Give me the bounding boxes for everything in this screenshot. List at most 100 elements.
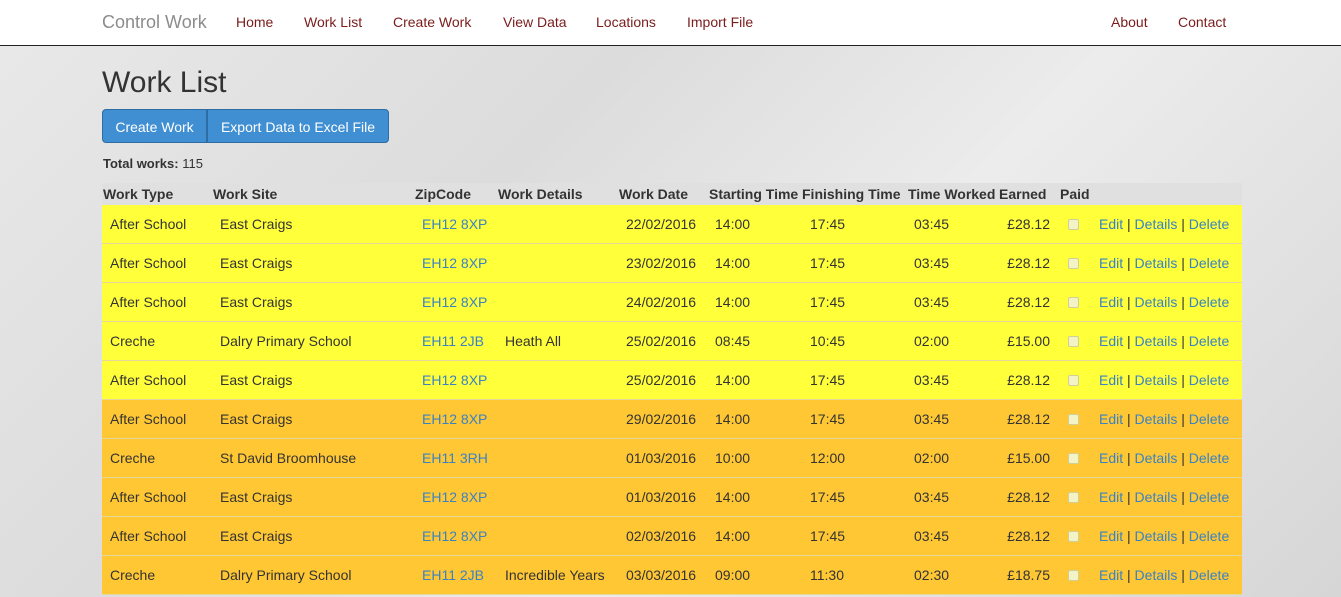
- nav-import-file[interactable]: Import File: [687, 14, 753, 30]
- cell-starting-time: 09:00: [715, 567, 751, 583]
- cell-finishing-time: 17:45: [810, 294, 846, 310]
- cell-zipcode[interactable]: EH12 8XP: [422, 294, 487, 310]
- paid-checkbox: [1068, 570, 1079, 581]
- create-work-button[interactable]: Create Work: [102, 109, 207, 143]
- cell-starting-time: 14:00: [715, 255, 751, 271]
- page-title: Work List: [102, 66, 227, 99]
- details-link[interactable]: Details: [1135, 294, 1178, 310]
- cell-work-date: 02/03/2016: [626, 528, 697, 544]
- header-work-date: Work Date: [619, 186, 688, 202]
- edit-link[interactable]: Edit: [1099, 216, 1123, 232]
- cell-finishing-time: 17:45: [810, 372, 846, 388]
- edit-link[interactable]: Edit: [1099, 528, 1123, 544]
- nav-contact[interactable]: Contact: [1178, 14, 1226, 30]
- row-actions: Edit | Details | Delete: [1099, 333, 1229, 349]
- cell-work-site: East Craigs: [220, 411, 293, 427]
- cell-finishing-time: 17:45: [810, 489, 846, 505]
- cell-work-details: Heath All: [505, 333, 562, 349]
- cell-earned: £18.75: [1007, 567, 1050, 583]
- edit-link[interactable]: Edit: [1099, 333, 1123, 349]
- delete-link[interactable]: Delete: [1189, 489, 1229, 505]
- edit-link[interactable]: Edit: [1099, 411, 1123, 427]
- delete-link[interactable]: Delete: [1189, 450, 1229, 466]
- details-link[interactable]: Details: [1135, 450, 1178, 466]
- nav-view-data[interactable]: View Data: [503, 14, 567, 30]
- navbar: Control Work Home Work List Create Work …: [0, 0, 1341, 46]
- action-separator: |: [1181, 567, 1185, 583]
- delete-link[interactable]: Delete: [1189, 372, 1229, 388]
- cell-starting-time: 14:00: [715, 411, 751, 427]
- delete-link[interactable]: Delete: [1189, 216, 1229, 232]
- delete-link[interactable]: Delete: [1189, 567, 1229, 583]
- edit-link[interactable]: Edit: [1099, 567, 1123, 583]
- cell-time-worked: 03:45: [914, 255, 950, 271]
- details-link[interactable]: Details: [1135, 567, 1178, 583]
- details-link[interactable]: Details: [1135, 411, 1178, 427]
- action-separator: |: [1127, 216, 1131, 232]
- action-separator: |: [1127, 294, 1131, 310]
- cell-zipcode[interactable]: EH12 8XP: [422, 528, 487, 544]
- table-header: Work Type Work Site ZipCode Work Details…: [102, 183, 1242, 205]
- nav-work-list[interactable]: Work List: [304, 14, 362, 30]
- delete-link[interactable]: Delete: [1189, 411, 1229, 427]
- details-link[interactable]: Details: [1135, 333, 1178, 349]
- edit-link[interactable]: Edit: [1099, 450, 1123, 466]
- details-link[interactable]: Details: [1135, 528, 1178, 544]
- action-separator: |: [1127, 489, 1131, 505]
- cell-starting-time: 14:00: [715, 294, 751, 310]
- cell-work-date: 25/02/2016: [626, 333, 697, 349]
- delete-link[interactable]: Delete: [1189, 528, 1229, 544]
- details-link[interactable]: Details: [1135, 372, 1178, 388]
- cell-zipcode[interactable]: EH12 8XP: [422, 372, 487, 388]
- brand-link[interactable]: Control Work: [102, 12, 207, 33]
- action-separator: |: [1181, 255, 1185, 271]
- nav-locations[interactable]: Locations: [596, 14, 656, 30]
- action-separator: |: [1127, 372, 1131, 388]
- action-button-group: Create Work Export Data to Excel File: [102, 109, 389, 143]
- cell-zipcode[interactable]: EH11 2JB: [422, 567, 484, 583]
- edit-link[interactable]: Edit: [1099, 294, 1123, 310]
- details-link[interactable]: Details: [1135, 489, 1178, 505]
- cell-work-date: 25/02/2016: [626, 372, 697, 388]
- details-link[interactable]: Details: [1135, 255, 1178, 271]
- table-row: After School East Craigs EH12 8XP 24/02/201…: [102, 283, 1242, 322]
- cell-work-site: East Craigs: [220, 294, 293, 310]
- export-excel-button[interactable]: Export Data to Excel File: [207, 109, 389, 143]
- header-zipcode: ZipCode: [415, 186, 471, 202]
- cell-work-site: St David Broomhouse: [220, 450, 357, 466]
- cell-zipcode[interactable]: EH12 8XP: [422, 255, 487, 271]
- cell-zipcode[interactable]: EH12 8XP: [422, 411, 487, 427]
- action-separator: |: [1127, 528, 1131, 544]
- table-row: After School East Craigs EH12 8XP 01/03/201…: [102, 478, 1242, 517]
- cell-zipcode[interactable]: EH12 8XP: [422, 489, 487, 505]
- cell-work-site: East Craigs: [220, 372, 293, 388]
- total-works: Total works: 115: [103, 156, 203, 171]
- details-link[interactable]: Details: [1135, 216, 1178, 232]
- cell-zipcode[interactable]: EH11 2JB: [422, 333, 484, 349]
- delete-link[interactable]: Delete: [1189, 294, 1229, 310]
- paid-checkbox: [1068, 219, 1079, 230]
- nav-about[interactable]: About: [1111, 14, 1148, 30]
- nav-create-work[interactable]: Create Work: [393, 14, 471, 30]
- cell-zipcode[interactable]: EH11 3RH: [422, 450, 488, 466]
- cell-work-date: 23/02/2016: [626, 255, 697, 271]
- delete-link[interactable]: Delete: [1189, 255, 1229, 271]
- cell-starting-time: 14:00: [715, 528, 751, 544]
- cell-work-site: East Craigs: [220, 528, 293, 544]
- cell-finishing-time: 10:45: [810, 333, 846, 349]
- action-separator: |: [1127, 255, 1131, 271]
- cell-work-type: After School: [110, 216, 187, 232]
- cell-zipcode[interactable]: EH12 8XP: [422, 216, 487, 232]
- total-works-value: 115: [182, 156, 203, 171]
- row-actions: Edit | Details | Delete: [1099, 294, 1229, 310]
- edit-link[interactable]: Edit: [1099, 489, 1123, 505]
- cell-work-type: Creche: [110, 333, 156, 349]
- cell-finishing-time: 17:45: [810, 255, 846, 271]
- cell-finishing-time: 17:45: [810, 528, 846, 544]
- edit-link[interactable]: Edit: [1099, 255, 1123, 271]
- nav-home[interactable]: Home: [236, 14, 273, 30]
- edit-link[interactable]: Edit: [1099, 372, 1123, 388]
- paid-checkbox: [1068, 414, 1079, 425]
- action-separator: |: [1181, 528, 1185, 544]
- delete-link[interactable]: Delete: [1189, 333, 1229, 349]
